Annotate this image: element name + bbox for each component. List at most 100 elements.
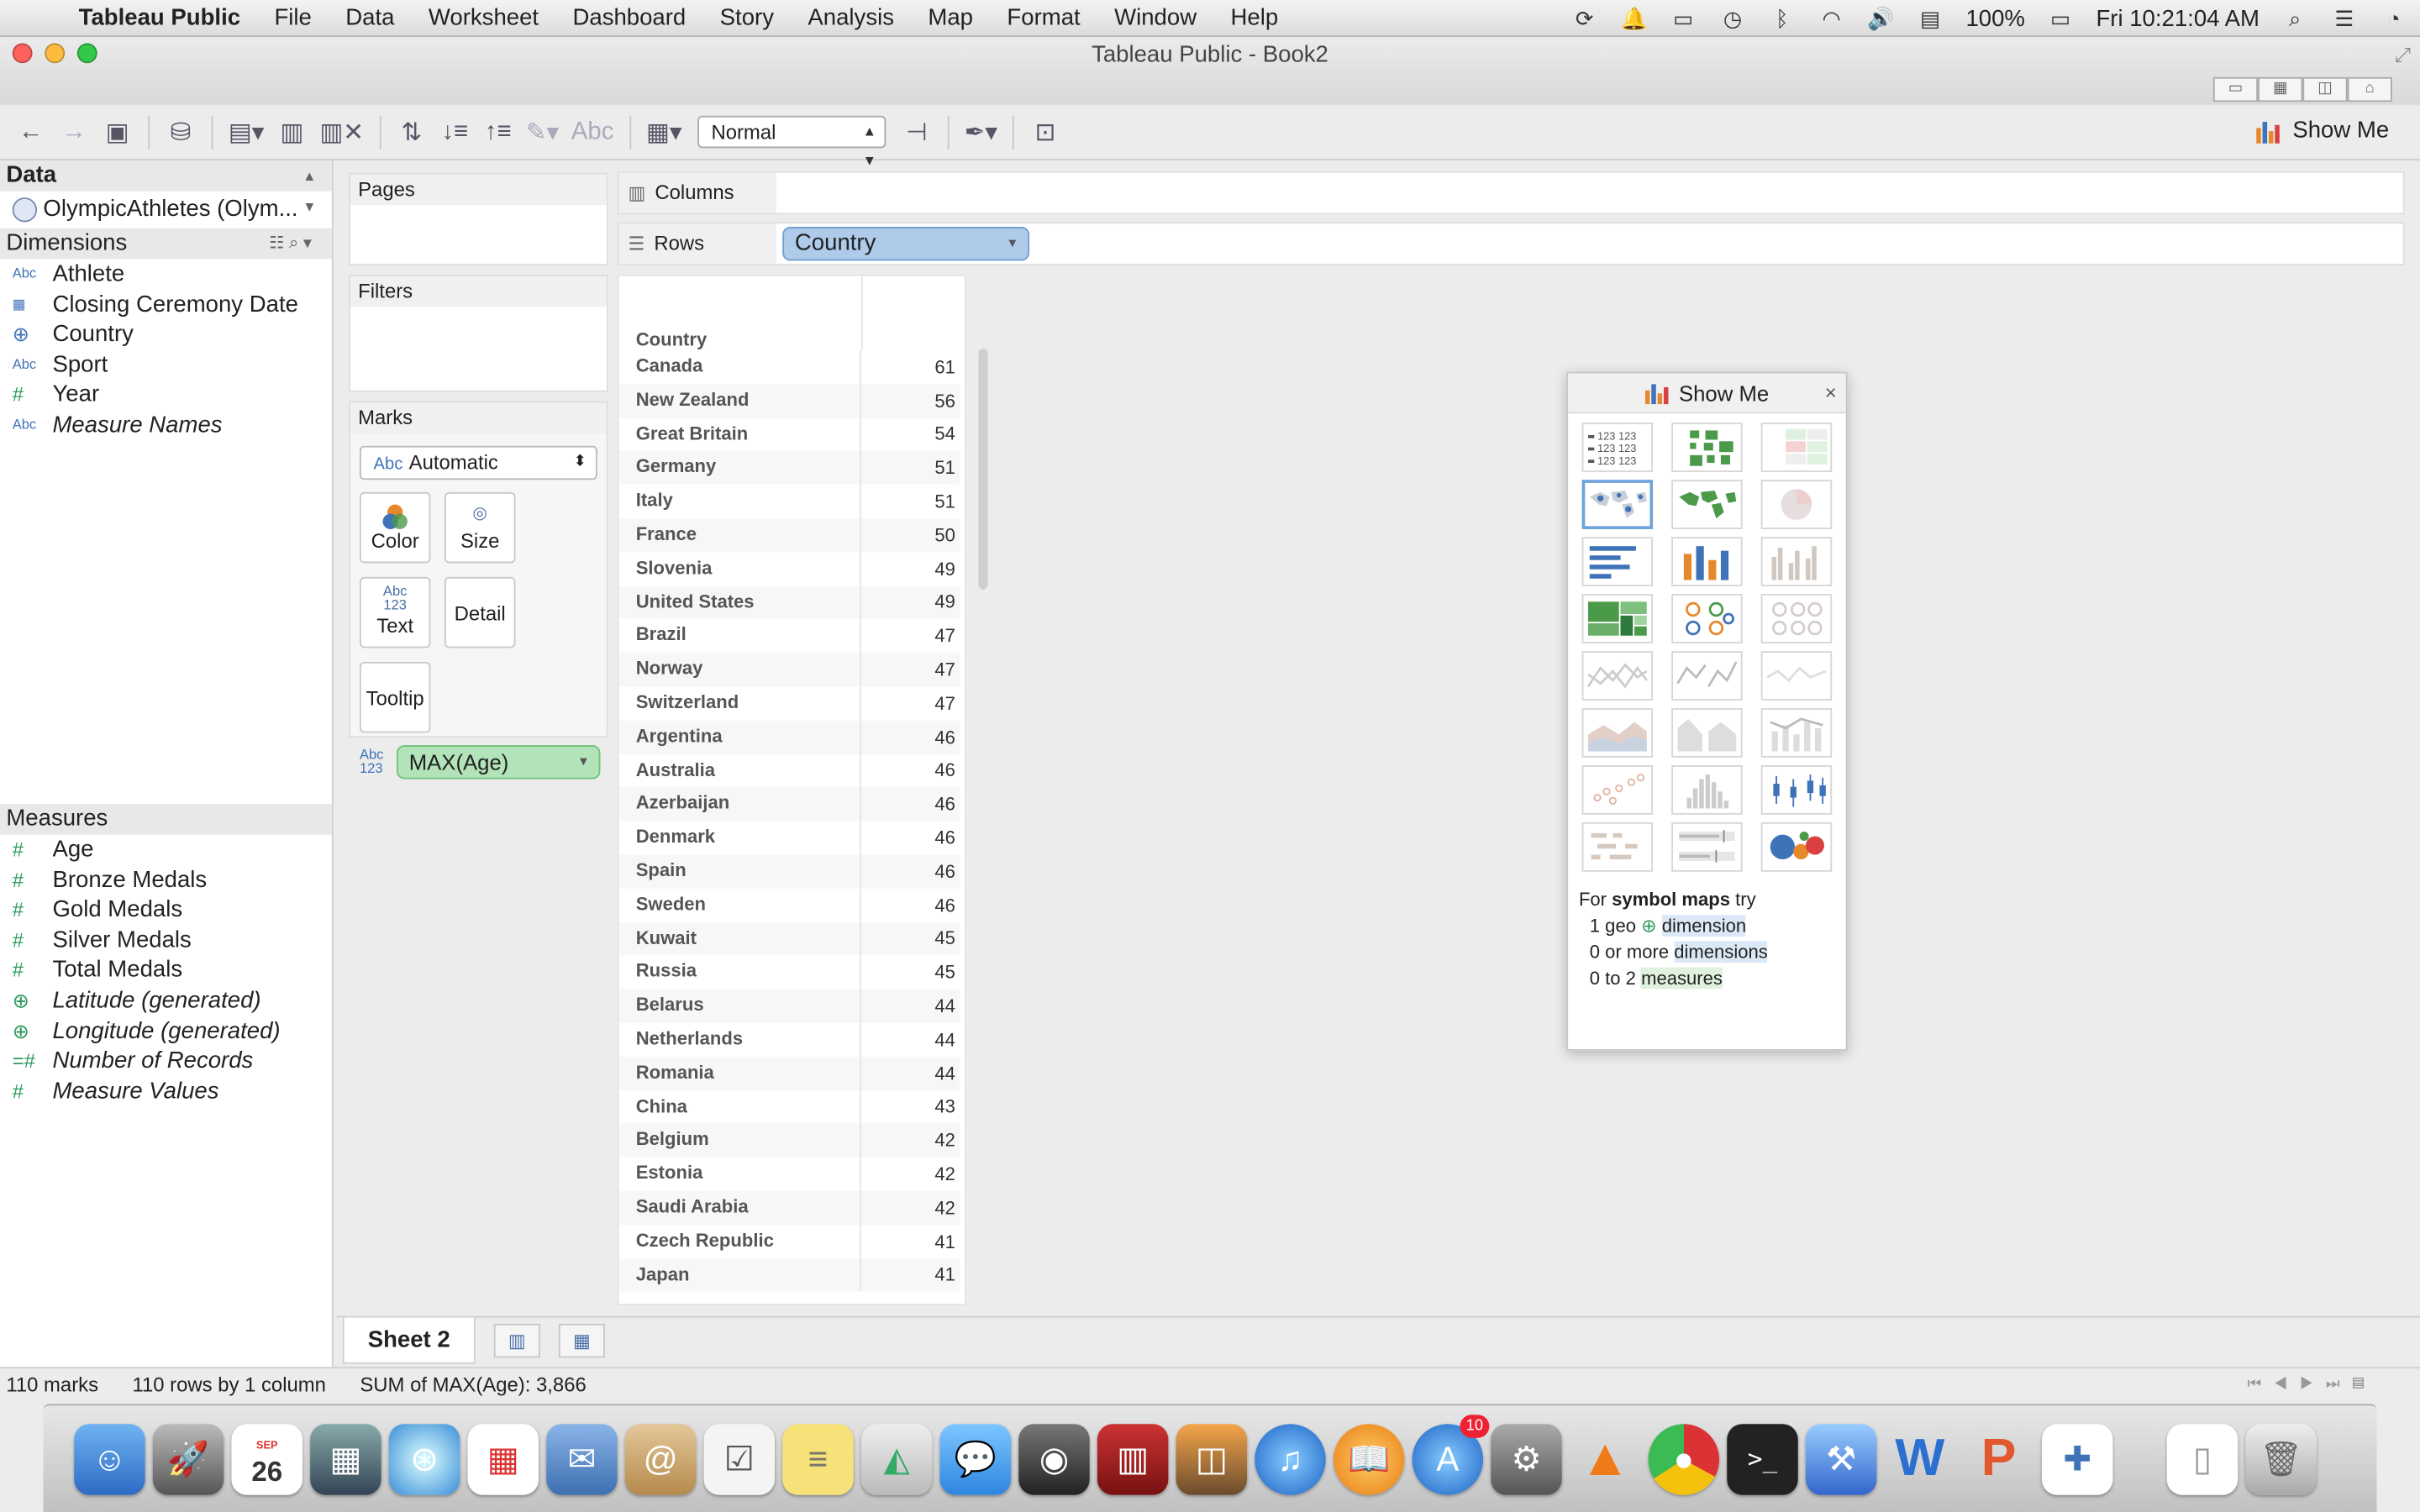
mark-type-dropdown[interactable]: Abc Automatic ⬍ [359,445,597,480]
duplicate-sheet-icon[interactable]: ▥ [276,113,308,150]
dimension-measure-names[interactable]: Abc Measure Names [0,411,332,441]
table-row[interactable]: Azerbaijan 46 [618,787,960,822]
battery-percent[interactable]: 100% [1965,5,2024,31]
trash-icon[interactable]: 🗑 [2245,1423,2317,1494]
vlc-icon[interactable]: ▲ [1570,1423,1640,1494]
wifi-icon[interactable]: ◠ [1818,5,1845,30]
measure-longitude-generated[interactable]: ⊕ Longitude (generated) [0,1016,332,1047]
airplay-icon[interactable]: ▭ [1670,5,1697,30]
menu-help[interactable]: Help [1213,5,1295,31]
side-by-side-circles-chart-icon[interactable] [1760,594,1833,643]
photo-booth-icon[interactable]: ▥ [1097,1423,1169,1494]
safari-icon[interactable]: ⊛ [388,1423,460,1494]
sort-descending-icon[interactable]: ↑≡ [482,113,513,150]
measure-number-of-records[interactable]: =# Number of Records [0,1047,332,1077]
itunes-icon[interactable]: ♫ [1255,1423,1326,1494]
table-row[interactable]: Switzerland 47 [619,686,960,721]
dual-lines-chart-icon[interactable] [1760,651,1833,701]
table-row[interactable]: New Zealand 56 [618,383,960,417]
table-row[interactable]: Spain 46 [618,854,960,889]
table-row[interactable]: Argentina 46 [618,720,960,754]
format-workbook-icon[interactable]: ✒▾ [965,113,997,150]
table-row[interactable]: China 43 [619,1089,960,1124]
table-row[interactable]: Sweden 46 [619,888,960,922]
table-row[interactable]: Kuwait 45 [618,921,960,956]
histogram-chart-icon[interactable] [1671,765,1743,815]
volume-icon[interactable]: 🔊 [1867,5,1895,30]
menu-analysis[interactable]: Analysis [791,5,911,31]
table-row[interactable]: Saudi Arabia 42 [618,1190,960,1225]
app-grid-icon[interactable]: ▦ [467,1423,539,1494]
sheet-sorter-icon[interactable]: ▦ [2258,76,2303,102]
spotlight-search-icon[interactable]: ⌕ [2281,5,2309,30]
columns-shelf[interactable]: ▥ Columns [617,171,2405,215]
table-row[interactable]: Italy 51 [619,485,960,519]
battery-icon[interactable]: ▭ [2047,5,2075,30]
contacts-icon[interactable]: @ [624,1423,697,1494]
measure-total-medals[interactable]: # Total Medals [0,956,332,986]
presentation-mode-icon[interactable]: ⊡ [1030,113,1061,150]
messages-icon[interactable]: 💬 [939,1423,1012,1494]
table-row[interactable]: Netherlands 44 [619,1022,960,1057]
menu-story[interactable]: Story [702,5,791,31]
text-table-chart-icon[interactable]: 123 123 123 123 123 123 [1581,423,1654,473]
dual-combination-chart-icon[interactable] [1760,708,1833,758]
show-me-button[interactable]: Show Me [2255,118,2389,144]
save-icon[interactable]: ▣ [102,113,133,150]
table-row[interactable]: Great Britain 54 [619,417,960,452]
documents-stack-icon[interactable]: ▯ [2166,1423,2238,1494]
table-row[interactable]: Australia 46 [619,753,960,788]
table-row[interactable]: Norway 47 [618,653,960,687]
new-dashboard-icon[interactable]: ▦ [558,1323,605,1358]
fit-dropdown[interactable]: Normal ▲ ▼ [697,115,886,168]
menu-format[interactable]: Format [990,5,1097,31]
measure-age[interactable]: # Age [0,835,332,865]
system-preferences-icon[interactable]: ⚙ [1491,1423,1562,1494]
scatter-plot-chart-icon[interactable] [1581,765,1654,815]
iphoto-icon[interactable]: ◫ [1176,1423,1248,1494]
new-worksheet-icon[interactable]: ▤▾ [229,113,265,150]
menu-dashboard[interactable]: Dashboard [555,5,702,31]
menu-map[interactable]: Map [911,5,990,31]
app-store-icon[interactable]: A 10 [1412,1414,1490,1494]
undo-icon[interactable]: ← [15,113,46,150]
sort-ascending-icon[interactable]: ↓≡ [439,113,471,150]
menubar-clock[interactable]: Fri 10:21:04 AM [2096,5,2259,31]
user-icon[interactable]: ◔ [2380,6,2407,30]
new-worksheet-icon[interactable]: ▥ [493,1323,540,1358]
dimension-closing-ceremony-date[interactable]: ▦ Closing Ceremony Date [0,290,332,320]
view-scrollbar[interactable] [978,349,988,590]
table-row[interactable]: Japan 41 [618,1258,960,1293]
table-row[interactable]: Romania 44 [618,1056,960,1090]
pages-drop-zone[interactable] [350,205,607,265]
measure-bronze-medals[interactable]: # Bronze Medals [0,865,332,895]
highlight-table-chart-icon[interactable] [1760,423,1833,473]
dimension-year[interactable]: # Year [0,381,332,411]
table-row[interactable]: Estonia 42 [619,1157,960,1191]
home-icon[interactable]: ⌂ [2347,76,2392,102]
menu-window[interactable]: Window [1097,5,1213,31]
notification-bell-icon[interactable]: 🔔 [1620,5,1648,30]
heat-map-chart-icon[interactable] [1671,423,1743,473]
continuous-lines-chart-icon[interactable] [1581,651,1654,701]
notification-center-icon[interactable]: ☰ [2330,5,2358,30]
data-source-icon[interactable]: ◫ [2302,76,2348,102]
bluetooth-icon[interactable]: ᛒ [1768,6,1796,30]
table-row[interactable]: Belarus 44 [618,989,960,1023]
sheet-tab-active[interactable]: Sheet 2 [342,1317,476,1364]
view-column-header[interactable]: Country [636,328,707,350]
search-icon[interactable]: ⌕ [289,234,303,253]
new-data-source-icon[interactable]: ⛁ [166,113,197,150]
table-row[interactable]: Slovenia 49 [619,552,960,586]
reminders-icon[interactable]: ☑ [703,1423,776,1494]
finder-icon[interactable]: ☺ [74,1423,145,1494]
redo-icon[interactable]: → [59,113,90,150]
packed-bubbles-chart-icon[interactable] [1760,822,1833,872]
measure-gold-medals[interactable]: # Gold Medals [0,895,332,926]
us-flag-icon[interactable]: ▤ [1917,5,1944,30]
measure-measure-values[interactable]: # Measure Values [0,1077,332,1107]
presentation-layout-icon[interactable]: ▭ [2212,76,2259,102]
sheet-navigation-icons[interactable]: ⏮◀▶⏭▤ [2248,1368,2377,1402]
xcode-icon[interactable]: ⚒ [1805,1423,1877,1494]
pie-chart-icon[interactable] [1760,480,1833,529]
